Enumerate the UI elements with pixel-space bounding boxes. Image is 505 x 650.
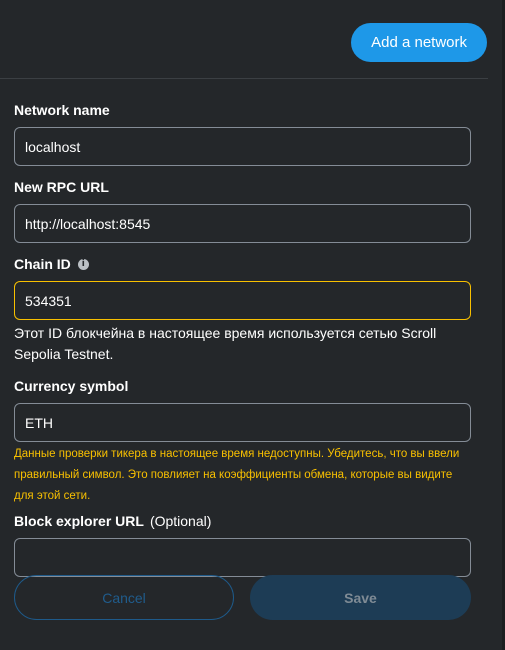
currency-symbol-label: Currency symbol: [14, 376, 471, 396]
header: Add a network: [0, 0, 488, 79]
rpc-url-label: New RPC URL: [14, 177, 471, 197]
block-explorer-optional-text: (Optional): [149, 513, 212, 529]
currency-symbol-input[interactable]: [14, 403, 471, 442]
rpc-url-label-text: New RPC URL: [14, 179, 109, 195]
currency-symbol-label-text: Currency symbol: [14, 378, 129, 394]
network-form: Network name New RPC URL Chain ID i Этот…: [14, 100, 471, 577]
action-buttons: Cancel Save: [14, 575, 471, 620]
chain-id-label: Chain ID i: [14, 254, 471, 274]
block-explorer-input[interactable]: [14, 538, 471, 577]
chain-id-note: Этот ID блокчейна в настоящее время испо…: [14, 325, 437, 362]
cancel-button[interactable]: Cancel: [14, 575, 234, 620]
rpc-url-input[interactable]: [14, 204, 471, 243]
block-explorer-label: Block explorer URL (Optional): [14, 511, 471, 531]
network-name-label-text: Network name: [14, 102, 110, 118]
network-name-label: Network name: [14, 100, 471, 120]
chain-id-input[interactable]: [14, 281, 471, 320]
block-explorer-label-text: Block explorer URL: [14, 513, 144, 529]
currency-symbol-warning: Данные проверки тикера в настоящее время…: [14, 448, 460, 502]
network-form-page: Add a network Network name New RPC URL C…: [0, 0, 505, 650]
chain-id-label-text: Chain ID: [14, 256, 71, 272]
info-icon[interactable]: i: [77, 258, 89, 270]
network-name-input[interactable]: [14, 127, 471, 166]
save-button[interactable]: Save: [250, 575, 471, 620]
add-network-button[interactable]: Add a network: [351, 23, 487, 62]
